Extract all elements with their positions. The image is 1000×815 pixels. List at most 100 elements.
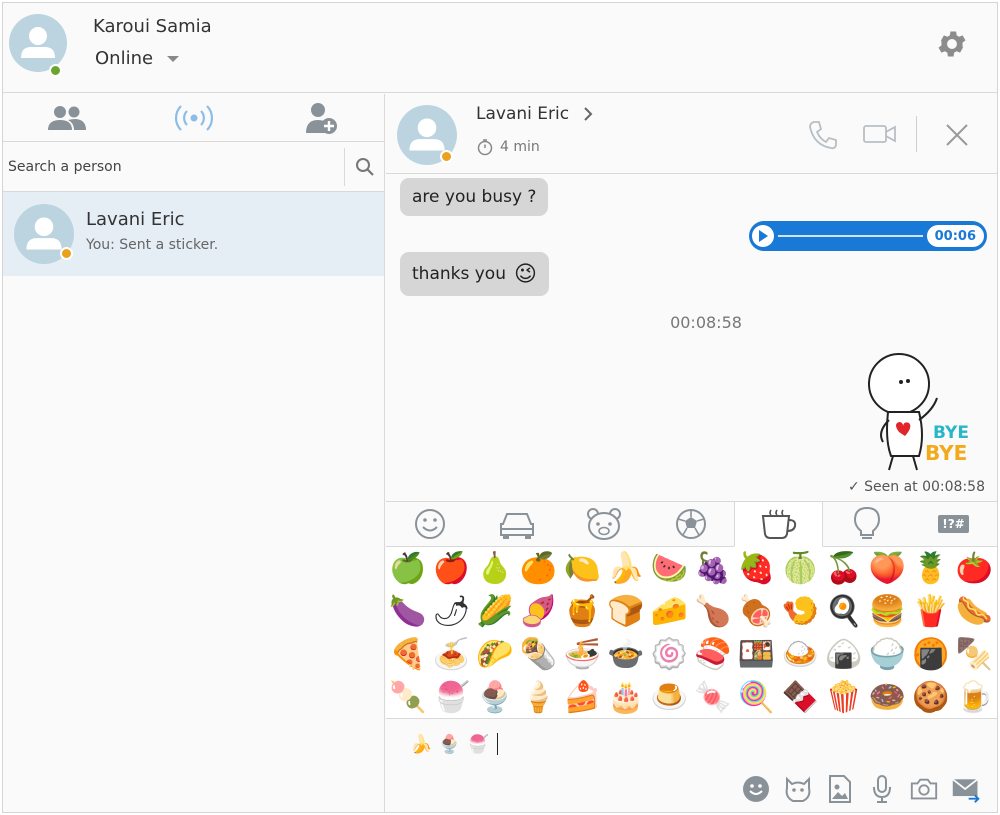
sticker-button[interactable] <box>783 774 813 804</box>
emoji-item[interactable]: 🍖 <box>735 590 779 633</box>
emoji-item[interactable]: 🍣 <box>691 633 735 676</box>
emoji-item[interactable]: 🍩 <box>866 676 910 719</box>
emoji-item[interactable]: 🍬 <box>691 676 735 719</box>
seen-receipt: ✓ Seen at 00:08:58 <box>848 479 985 495</box>
emoji-item[interactable]: 🌯 <box>517 633 561 676</box>
emoji-item[interactable]: 🍦 <box>517 676 561 719</box>
camera-button[interactable] <box>909 774 939 804</box>
tab-emoji-objects[interactable] <box>823 502 910 546</box>
emoji-item[interactable]: 🍚 <box>866 633 910 676</box>
voice-button[interactable] <box>867 774 897 804</box>
search-button[interactable] <box>344 147 384 186</box>
emoji-item[interactable]: 🍈 <box>778 547 822 590</box>
emoji-item[interactable]: 🍪 <box>909 676 953 719</box>
contacts-pane: Lavani Eric You: Sent a sticker. <box>3 94 385 812</box>
emoji-item[interactable]: 🍐 <box>473 547 517 590</box>
emoji-item[interactable]: 🍛 <box>778 633 822 676</box>
tab-emoji-activities[interactable] <box>647 502 734 546</box>
contact-list-item[interactable]: Lavani Eric You: Sent a sticker. <box>3 192 384 276</box>
top-bar: Karoui Samia Online <box>3 3 997 93</box>
bye-bye-sticker[interactable]: BYE BYE <box>863 350 979 472</box>
emoji-item[interactable]: 🍌 <box>604 547 648 590</box>
emoji-item[interactable]: 🍊 <box>517 547 561 590</box>
emoji-item[interactable]: 🍡 <box>386 676 430 719</box>
audio-message[interactable]: 00:06 <box>749 221 987 251</box>
tab-emoji-animals[interactable] <box>560 502 647 546</box>
emoji-item[interactable]: 🍞 <box>604 590 648 633</box>
emoji-item[interactable]: 🍒 <box>822 547 866 590</box>
chat-window: Karoui Samia Online Search a person Lava… <box>2 2 998 813</box>
emoji-item[interactable]: 🍘 <box>909 633 953 676</box>
emoji-item[interactable]: 🍫 <box>778 676 822 719</box>
emoji-item[interactable]: 🍱 <box>735 633 779 676</box>
contact-name: Lavani Eric <box>86 209 185 230</box>
status-label: Online <box>95 48 154 69</box>
tab-broadcast[interactable] <box>130 94 257 141</box>
peer-name-link[interactable]: Lavani Eric <box>476 104 593 124</box>
emoji-item[interactable]: 🍙 <box>822 633 866 676</box>
my-avatar[interactable] <box>9 14 67 72</box>
message-input[interactable]: 🍌🍨🍧 <box>410 733 499 755</box>
people-icon <box>47 105 86 130</box>
chevron-right-icon <box>584 107 593 121</box>
bear-icon <box>586 508 621 540</box>
video-camera-icon[interactable] <box>862 122 898 146</box>
tab-emoji-smileys[interactable] <box>386 502 473 546</box>
image-button[interactable] <box>825 774 855 804</box>
emoji-item[interactable]: 🍯 <box>560 590 604 633</box>
emoji-item[interactable]: 🍓 <box>735 547 779 590</box>
emoji-item[interactable]: 🌭 <box>953 590 997 633</box>
emoji-item[interactable]: 🌽 <box>473 590 517 633</box>
emoji-item[interactable]: 🌶 <box>430 590 474 633</box>
emoji-item[interactable]: 🍥 <box>648 633 692 676</box>
emoji-item[interactable]: 🍮 <box>648 676 692 719</box>
emoji-item[interactable]: 🍉 <box>648 547 692 590</box>
emoji-button[interactable] <box>741 774 771 804</box>
person-icon <box>21 27 55 58</box>
gear-icon[interactable] <box>935 27 969 61</box>
search-input[interactable] <box>3 142 344 191</box>
emoji-item[interactable]: 🍋 <box>560 547 604 590</box>
emoji-item[interactable]: 🍿 <box>822 676 866 719</box>
emoji-item[interactable]: 🍨 <box>473 676 517 719</box>
message-composer[interactable]: 🍌🍨🍧 <box>386 719 997 812</box>
play-icon[interactable] <box>752 225 774 247</box>
tab-contacts[interactable] <box>3 94 130 141</box>
emoji-item[interactable]: 🍍 <box>909 547 953 590</box>
emoji-item[interactable]: 🍭 <box>735 676 779 719</box>
cup-icon <box>761 509 796 539</box>
emoji-item[interactable]: 🍜 <box>560 633 604 676</box>
emoji-item[interactable]: 🍗 <box>691 590 735 633</box>
emoji-item[interactable]: 🍲 <box>604 633 648 676</box>
emoji-item[interactable]: 🍧 <box>430 676 474 719</box>
emoji-item[interactable]: 🍕 <box>386 633 430 676</box>
emoji-item[interactable]: 🍤 <box>778 590 822 633</box>
phone-icon[interactable] <box>806 118 840 152</box>
close-icon[interactable] <box>944 122 970 148</box>
send-button[interactable] <box>951 774 981 804</box>
emoji-item[interactable]: 🌮 <box>473 633 517 676</box>
emoji-item[interactable]: 🍔 <box>866 590 910 633</box>
emoji-item[interactable]: 🍠 <box>517 590 561 633</box>
emoji-item[interactable]: 🍢 <box>953 633 997 676</box>
status-dropdown[interactable]: Online <box>95 48 180 69</box>
emoji-item[interactable]: 🍇 <box>691 547 735 590</box>
audio-progress-track[interactable] <box>778 235 923 237</box>
emoji-item[interactable]: 🍳 <box>822 590 866 633</box>
tab-emoji-food[interactable] <box>734 502 823 547</box>
emoji-item[interactable]: 🍏 <box>386 547 430 590</box>
emoji-item[interactable]: 🍎 <box>430 547 474 590</box>
emoji-item[interactable]: 🍆 <box>386 590 430 633</box>
emoji-item[interactable]: 🧀 <box>648 590 692 633</box>
message-text: are you busy ? <box>412 187 537 207</box>
emoji-item[interactable]: 🍝 <box>430 633 474 676</box>
emoji-item[interactable]: 🍟 <box>909 590 953 633</box>
emoji-item[interactable]: 🍰 <box>560 676 604 719</box>
emoji-item[interactable]: 🍺 <box>953 676 997 719</box>
tab-add-contact[interactable] <box>257 94 384 141</box>
emoji-item[interactable]: 🍅 <box>953 547 997 590</box>
tab-emoji-symbols[interactable]: !?# <box>910 502 997 546</box>
emoji-item[interactable]: 🍑 <box>866 547 910 590</box>
tab-emoji-travel[interactable] <box>473 502 560 546</box>
emoji-item[interactable]: 🎂 <box>604 676 648 719</box>
